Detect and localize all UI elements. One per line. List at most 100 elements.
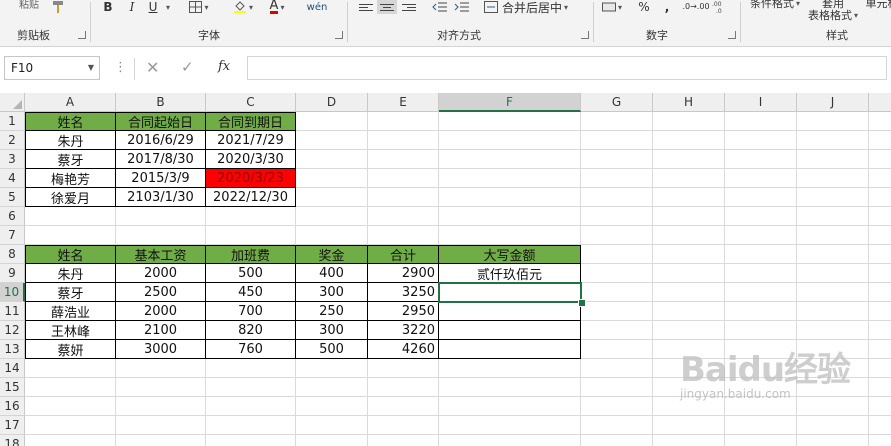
row-header-12[interactable]: 12 xyxy=(0,321,25,340)
table1-cell[interactable]: 2015/3/9 xyxy=(116,169,206,188)
table2-cell[interactable]: 820 xyxy=(206,321,296,340)
table2-cell[interactable]: 3250 xyxy=(368,283,439,302)
table2-header-cell[interactable]: 基本工资 xyxy=(116,245,206,264)
table1-cell[interactable]: 2020/3/30 xyxy=(206,150,296,169)
column-header-g[interactable]: G xyxy=(581,93,653,112)
percent-button[interactable]: % xyxy=(636,0,652,14)
row-header-1[interactable]: 1 xyxy=(0,112,25,131)
column-header-partial[interactable] xyxy=(869,93,891,112)
table2-cell[interactable]: 300 xyxy=(296,321,368,340)
fill-color-icon[interactable]: ▾ xyxy=(230,0,256,14)
row-header-13[interactable]: 13 xyxy=(0,340,25,359)
number-launcher-icon[interactable] xyxy=(728,31,736,39)
row-header-11[interactable]: 11 xyxy=(0,302,25,321)
table2-cell[interactable]: 贰仟玖佰元 xyxy=(439,264,581,283)
table2-header-cell[interactable]: 奖金 xyxy=(296,245,368,264)
name-box-dropdown-icon[interactable]: ▼ xyxy=(88,63,94,72)
table2-cell[interactable]: 300 xyxy=(296,283,368,302)
table2-header-cell[interactable]: 加班费 xyxy=(206,245,296,264)
table2-cell[interactable]: 250 xyxy=(296,302,368,321)
table2-header-cell[interactable]: 合计 xyxy=(368,245,439,264)
underline-dropdown-icon[interactable]: ▾ xyxy=(162,0,172,14)
table2-cell[interactable]: 760 xyxy=(206,340,296,359)
fill-handle[interactable] xyxy=(578,299,586,307)
font-launcher-icon[interactable] xyxy=(335,31,343,39)
table2-cell[interactable]: 500 xyxy=(206,264,296,283)
row-header-8[interactable]: 8 xyxy=(0,245,25,264)
row-header-10[interactable]: 10 xyxy=(0,283,25,302)
insert-function-button[interactable]: fx xyxy=(218,59,230,74)
table1-cell[interactable]: 2016/6/29 xyxy=(116,131,206,150)
table1-cell[interactable]: 2020/3/23 xyxy=(206,169,296,188)
table1-cell[interactable]: 2021/7/29 xyxy=(206,131,296,150)
align-center-icon[interactable] xyxy=(377,0,397,14)
column-header-e[interactable]: E xyxy=(368,93,439,112)
table1-header-cell[interactable]: 合同起始日 xyxy=(116,112,206,131)
row-header-18[interactable]: 18 xyxy=(0,435,25,446)
row-header-14[interactable]: 14 xyxy=(0,359,25,378)
column-header-j[interactable]: J xyxy=(797,93,869,112)
column-header-i[interactable]: I xyxy=(725,93,797,112)
row-header-15[interactable]: 15 xyxy=(0,378,25,397)
table2-cell[interactable]: 2000 xyxy=(116,302,206,321)
increase-decimal-button[interactable]: .0→.00 xyxy=(682,0,709,14)
table1-cell[interactable]: 2022/12/30 xyxy=(206,188,296,207)
table1-cell[interactable]: 蔡牙 xyxy=(25,150,116,169)
table2-cell[interactable]: 朱丹 xyxy=(25,264,116,283)
enter-check-icon[interactable]: ✓ xyxy=(181,58,194,76)
column-header-c[interactable]: C xyxy=(206,93,296,112)
table2-cell[interactable]: 4260 xyxy=(368,340,439,359)
underline-button[interactable]: U xyxy=(145,0,161,14)
column-header-f[interactable]: F xyxy=(439,93,581,112)
table1-cell[interactable]: 朱丹 xyxy=(25,131,116,150)
name-box[interactable]: F10 ▼ xyxy=(4,56,100,80)
row-header-4[interactable]: 4 xyxy=(0,169,25,188)
active-cell-selection[interactable] xyxy=(438,282,582,303)
column-header-b[interactable]: B xyxy=(116,93,206,112)
phonetic-icon[interactable]: wén xyxy=(306,0,328,14)
table1-cell[interactable]: 梅艳芳 xyxy=(25,169,116,188)
row-header-6[interactable]: 6 xyxy=(0,207,25,226)
table2-cell[interactable]: 700 xyxy=(206,302,296,321)
table2-cell[interactable]: 3000 xyxy=(116,340,206,359)
comma-button[interactable]: , xyxy=(660,0,674,14)
align-right-icon[interactable] xyxy=(400,0,418,14)
table1-header-cell[interactable]: 合同到期日 xyxy=(206,112,296,131)
align-left-icon[interactable] xyxy=(357,0,375,14)
formula-input[interactable] xyxy=(247,56,887,80)
alignment-launcher-icon[interactable] xyxy=(581,31,589,39)
table2-cell[interactable] xyxy=(439,340,581,359)
table2-cell[interactable]: 2950 xyxy=(368,302,439,321)
table2-cell[interactable]: 500 xyxy=(296,340,368,359)
table2-cell[interactable]: 2100 xyxy=(116,321,206,340)
column-header-d[interactable]: D xyxy=(296,93,368,112)
row-header-7[interactable]: 7 xyxy=(0,226,25,245)
decrease-decimal-icon[interactable]: .00.0 xyxy=(710,0,730,14)
cell-styles-button[interactable]: 单元格 xyxy=(862,0,891,10)
bold-button[interactable]: B xyxy=(100,0,116,14)
table2-cell[interactable]: 2000 xyxy=(116,264,206,283)
table2-header-cell[interactable]: 大写金额 xyxy=(439,245,581,264)
table1-cell[interactable]: 2103/1/30 xyxy=(116,188,206,207)
formula-bar-grip-icon[interactable]: ⋮ xyxy=(114,60,127,75)
cancel-icon[interactable]: ✕ xyxy=(146,58,159,77)
increase-indent-icon[interactable] xyxy=(452,0,472,14)
select-all-corner[interactable] xyxy=(0,93,25,112)
table2-cell[interactable] xyxy=(439,321,581,340)
font-color-button[interactable]: A ▾ xyxy=(264,0,290,14)
row-header-16[interactable]: 16 xyxy=(0,397,25,416)
merge-center-button[interactable]: 合并后居中 ▾ xyxy=(484,0,576,15)
row-header-5[interactable]: 5 xyxy=(0,188,25,207)
table1-header-cell[interactable]: 姓名 xyxy=(25,112,116,131)
row-header-9[interactable]: 9 xyxy=(0,264,25,283)
clipboard-launcher-icon[interactable] xyxy=(78,31,86,39)
table-format-button[interactable]: 表格格式 ▾ xyxy=(800,8,866,22)
table2-cell[interactable]: 蔡妍 xyxy=(25,340,116,359)
table1-cell[interactable]: 2017/8/30 xyxy=(116,150,206,169)
table2-cell[interactable] xyxy=(439,302,581,321)
italic-button[interactable]: I xyxy=(124,0,140,14)
format-painter-icon[interactable] xyxy=(48,0,70,14)
row-header-2[interactable]: 2 xyxy=(0,131,25,150)
table2-cell[interactable]: 王林峰 xyxy=(25,321,116,340)
table2-cell[interactable]: 蔡牙 xyxy=(25,283,116,302)
